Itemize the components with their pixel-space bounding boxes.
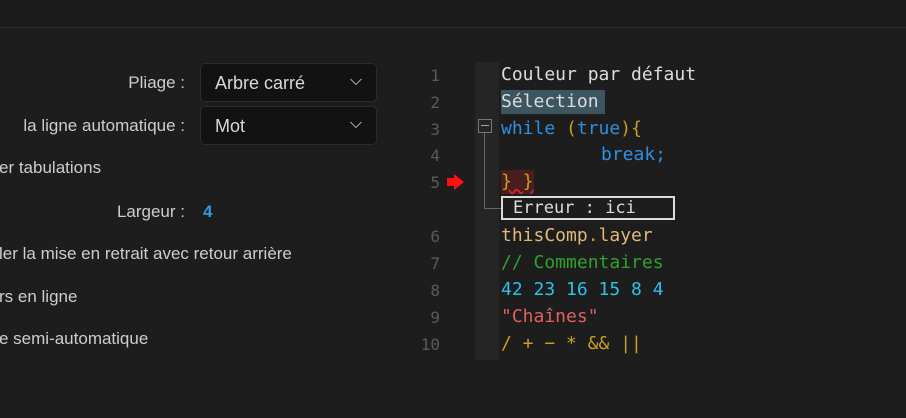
error-tooltip: Erreur : ici — [501, 196, 675, 220]
code-numbers: 42 23 16 15 8 4 — [501, 279, 664, 300]
width-value[interactable]: 4 — [203, 202, 212, 222]
code-keyword: while — [501, 118, 556, 139]
code-while: while (true){ — [501, 117, 642, 141]
code-selection: Sélection — [501, 90, 605, 114]
line-number: 7 — [430, 254, 440, 273]
fold-collapse-icon[interactable] — [478, 119, 492, 133]
line-number: 3 — [430, 120, 440, 139]
fold-line — [484, 133, 501, 209]
error-arrow-icon — [447, 174, 464, 190]
line-number: 9 — [430, 308, 440, 327]
code-error-brace: } } — [501, 170, 534, 194]
code-dot: . — [587, 225, 599, 246]
line-number: 8 — [430, 281, 440, 300]
top-bar — [0, 0, 906, 28]
line-number: 10 — [420, 335, 440, 354]
fold-gutter — [475, 62, 499, 360]
code-comment: // Commentaires — [501, 252, 664, 273]
code-brace: ){ — [620, 118, 642, 139]
code-property: layer — [598, 225, 653, 246]
line-number: 4 — [430, 146, 440, 165]
code-object: thisComp — [501, 225, 588, 246]
width-label: Largeur : — [116, 202, 185, 221]
line-number: 5 — [430, 173, 440, 192]
line-number: 6 — [430, 227, 440, 246]
code-paren: ( — [555, 118, 577, 139]
code-operators: / + − * && || — [501, 333, 642, 354]
code-break: break; — [601, 144, 667, 165]
line-number: 2 — [430, 93, 440, 112]
code-default: Couleur par défaut — [501, 64, 697, 85]
code-string: "Chaînes" — [501, 306, 599, 327]
line-number: 1 — [430, 66, 440, 85]
code-true: true — [576, 118, 621, 139]
code-expression: thisComp.layer — [501, 224, 653, 248]
